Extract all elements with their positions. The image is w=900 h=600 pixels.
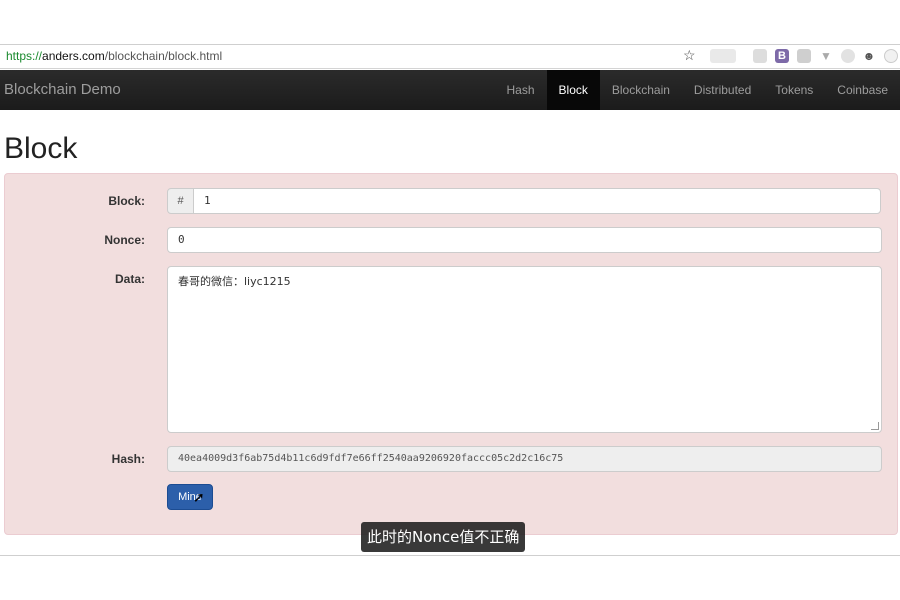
cursor-icon: ➚ [193, 489, 205, 505]
mine-button[interactable]: Mine [167, 484, 213, 510]
nav-item-tokens[interactable]: Tokens [763, 70, 825, 110]
extension-icon[interactable] [841, 49, 855, 63]
data-textarea[interactable]: 春哥的微信：liyc1215 [167, 266, 882, 433]
video-caption: 此时的Nonce值不正确 [361, 522, 526, 552]
url-path: /blockchain/block.html [104, 49, 223, 63]
nav-item-distributed[interactable]: Distributed [682, 70, 763, 110]
hash-output: 40ea4009d3f6ab75d4b11c6d9fdf7e66ff2540aa… [167, 446, 882, 472]
extension-icon[interactable] [797, 49, 811, 63]
block-number-input[interactable]: 1 [193, 188, 881, 214]
page-title: Block [4, 132, 78, 165]
power-icon[interactable] [884, 49, 898, 63]
resize-handle[interactable] [871, 422, 879, 430]
top-navbar: Blockchain Demo Hash Block Blockchain Di… [0, 70, 900, 110]
bitly-icon[interactable]: B [775, 49, 789, 63]
nav-item-coinbase[interactable]: Coinbase [825, 70, 900, 110]
ghost-icon[interactable]: ☻ [862, 49, 876, 63]
hash-label: Hash: [111, 452, 145, 466]
url-scheme: https:// [6, 49, 43, 63]
url-text[interactable]: https://anders.com/blockchain/block.html [6, 49, 222, 63]
vpn-icon[interactable]: ▼ [819, 49, 833, 63]
star-icon[interactable]: ☆ [683, 47, 696, 64]
extension-icon[interactable] [710, 49, 736, 63]
nonce-label: Nonce: [104, 233, 145, 247]
nonce-input[interactable]: 0 [167, 227, 882, 253]
data-label: Data: [114, 272, 145, 286]
nav-item-block[interactable]: Block [546, 70, 600, 110]
block-panel: Block: # 1 Nonce: 0 Data: 春哥的微信：liyc1215… [4, 173, 898, 535]
nav-item-hash[interactable]: Hash [495, 70, 547, 110]
block-label: Block: [108, 194, 145, 208]
data-text: 春哥的微信：liyc1215 [178, 275, 291, 288]
navbar-brand[interactable]: Blockchain Demo [4, 81, 121, 98]
block-number-addon: # [167, 188, 194, 214]
browser-window: https://anders.com/blockchain/block.html… [0, 44, 900, 556]
nav-item-blockchain[interactable]: Blockchain [600, 70, 682, 110]
nav-menu: Hash Block Blockchain Distributed Tokens… [495, 70, 900, 110]
url-host: anders.com [42, 49, 105, 63]
address-bar[interactable]: https://anders.com/blockchain/block.html… [0, 45, 900, 69]
extension-icon[interactable] [753, 49, 767, 63]
